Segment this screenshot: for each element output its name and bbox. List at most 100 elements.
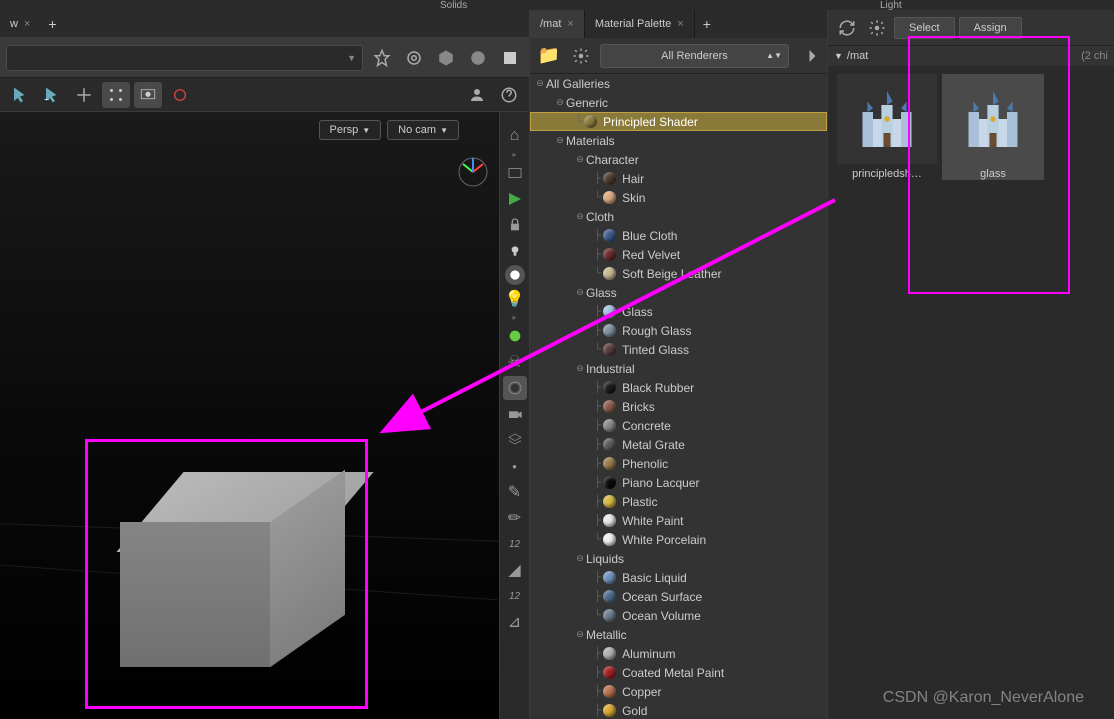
apply-icon[interactable]	[795, 43, 821, 69]
tree-white-paint[interactable]: ├White Paint	[530, 511, 827, 530]
tree-rough-glass[interactable]: ├Rough Glass	[530, 321, 827, 340]
env-icon[interactable]	[503, 324, 527, 348]
viewport-tab[interactable]: w ×	[0, 14, 40, 34]
swatch-icon	[603, 248, 616, 261]
material-item-principled[interactable]: principledsh…	[836, 74, 938, 180]
home-icon[interactable]: ⌂	[503, 124, 527, 148]
tree-generic[interactable]: ⊖Generic	[530, 93, 827, 112]
tree-glass[interactable]: ⊖Glass	[530, 283, 827, 302]
bulb-icon[interactable]: 💡	[503, 287, 527, 311]
pen-icon[interactable]: ✏	[503, 506, 527, 530]
castle-icon	[852, 84, 922, 154]
camera-icon[interactable]	[503, 402, 527, 426]
twelve-icon[interactable]: 12	[503, 532, 527, 556]
persp-dropdown[interactable]: Persp▼	[319, 120, 382, 140]
dot-icon[interactable]: ●	[503, 454, 527, 478]
path-bar[interactable]: ▼ /mat (2 chi	[828, 46, 1114, 66]
renderer-dropdown[interactable]: All Renderers ▲▼	[600, 44, 789, 68]
tab-mat[interactable]: /mat ×	[530, 10, 585, 38]
ao-icon[interactable]	[503, 376, 527, 400]
tree-metallic[interactable]: ⊖Metallic	[530, 625, 827, 644]
user-tool[interactable]	[463, 82, 491, 108]
swatch-icon	[603, 400, 616, 413]
tree-materials[interactable]: ⊖Materials	[530, 131, 827, 150]
record-tool[interactable]	[166, 82, 194, 108]
tree-concrete[interactable]: ├Concrete	[530, 416, 827, 435]
tree-coated-metal[interactable]: ├Coated Metal Paint	[530, 663, 827, 682]
menu-light[interactable]: Light	[880, 0, 902, 11]
tree-blue-cloth[interactable]: ├Blue Cloth	[530, 226, 827, 245]
tree-all-galleries[interactable]: ⊖All Galleries	[530, 74, 827, 93]
gear-icon[interactable]	[568, 43, 594, 69]
tree-metal-grate[interactable]: ├Metal Grate	[530, 435, 827, 454]
ruler-icon[interactable]: ⊿	[503, 610, 527, 634]
tree-plastic[interactable]: ├Plastic	[530, 492, 827, 511]
close-icon[interactable]: ×	[567, 18, 573, 30]
display-icon[interactable]	[503, 161, 527, 185]
tree-cloth[interactable]: ⊖Cloth	[530, 207, 827, 226]
measure-icon[interactable]: 12	[503, 584, 527, 608]
tree-gold[interactable]: ├Gold	[530, 701, 827, 719]
tree-aluminum[interactable]: ├Aluminum	[530, 644, 827, 663]
tree-ocean-surface[interactable]: ├Ocean Surface	[530, 587, 827, 606]
tree-bricks[interactable]: ├Bricks	[530, 397, 827, 416]
tree-red-velvet[interactable]: ├Red Velvet	[530, 245, 827, 264]
layers-icon[interactable]	[503, 428, 527, 452]
tree-liquids[interactable]: ⊖Liquids	[530, 549, 827, 568]
plane-icon[interactable]	[497, 45, 523, 71]
cube-icon[interactable]	[433, 45, 459, 71]
menu-solids[interactable]: Solids	[440, 0, 467, 11]
close-icon[interactable]: ×	[24, 18, 30, 30]
skull-icon[interactable]: ☠	[503, 350, 527, 374]
tree-copper[interactable]: ├Copper	[530, 682, 827, 701]
tab-material-palette[interactable]: Material Palette ×	[585, 10, 695, 38]
shelf-dropdown[interactable]: ▼	[6, 45, 363, 71]
select-button[interactable]: Select	[894, 17, 955, 39]
camera-dropdown[interactable]: No cam▼	[387, 120, 459, 140]
tree-industrial[interactable]: ⊖Industrial	[530, 359, 827, 378]
tree-tinted-glass[interactable]: └Tinted Glass	[530, 340, 827, 359]
snap-tool[interactable]	[102, 82, 130, 108]
tree-phenolic[interactable]: ├Phenolic	[530, 454, 827, 473]
gear-icon[interactable]	[864, 15, 890, 41]
swatch-icon	[603, 571, 616, 584]
sphere-icon[interactable]	[465, 45, 491, 71]
add-tab-button[interactable]: +	[695, 12, 719, 36]
eraser-icon[interactable]: ◢	[503, 558, 527, 582]
tree-skin[interactable]: └Skin	[530, 188, 827, 207]
swatch-icon	[603, 191, 616, 204]
tree-principled-shader[interactable]: └Principled Shader	[530, 112, 827, 131]
assign-button[interactable]: Assign	[959, 17, 1022, 39]
help-icon[interactable]	[495, 82, 523, 108]
tree-glass-item[interactable]: ├Glass	[530, 302, 827, 321]
tree-basic-liquid[interactable]: ├Basic Liquid	[530, 568, 827, 587]
grid-tool[interactable]	[134, 82, 162, 108]
render-icon[interactable]	[505, 265, 525, 285]
tree-ocean-volume[interactable]: └Ocean Volume	[530, 606, 827, 625]
3d-viewport[interactable]: Persp▼ No cam▼	[0, 112, 499, 719]
tree-character[interactable]: ⊖Character	[530, 150, 827, 169]
target-icon[interactable]	[401, 45, 427, 71]
folder-add-icon[interactable]: 📁	[536, 43, 562, 69]
refresh-icon[interactable]	[834, 15, 860, 41]
close-icon[interactable]: ×	[677, 18, 683, 30]
brush-icon[interactable]: ✎	[503, 480, 527, 504]
tree-piano-lacquer[interactable]: ├Piano Lacquer	[530, 473, 827, 492]
tree-soft-beige[interactable]: └Soft Beige Leather	[530, 264, 827, 283]
add-tab-button[interactable]: +	[40, 12, 64, 36]
material-tree[interactable]: ⊖All Galleries ⊖Generic └Principled Shad…	[530, 74, 827, 719]
light-icon[interactable]	[503, 239, 527, 263]
lock-icon[interactable]	[503, 213, 527, 237]
tree-white-porcelain[interactable]: └White Porcelain	[530, 530, 827, 549]
lasso-tool[interactable]	[38, 82, 66, 108]
tree-black-rubber[interactable]: ├Black Rubber	[530, 378, 827, 397]
pin-icon[interactable]	[369, 45, 395, 71]
camera-gizmo[interactable]	[453, 152, 493, 192]
select-tool[interactable]	[6, 82, 34, 108]
tree-hair[interactable]: ├Hair	[530, 169, 827, 188]
material-item-glass[interactable]: glass	[942, 74, 1044, 180]
swatch-icon	[603, 666, 616, 679]
shading-icon[interactable]	[503, 187, 527, 211]
transform-tool[interactable]	[70, 82, 98, 108]
viewport-tab-strip: w × +	[0, 10, 529, 38]
